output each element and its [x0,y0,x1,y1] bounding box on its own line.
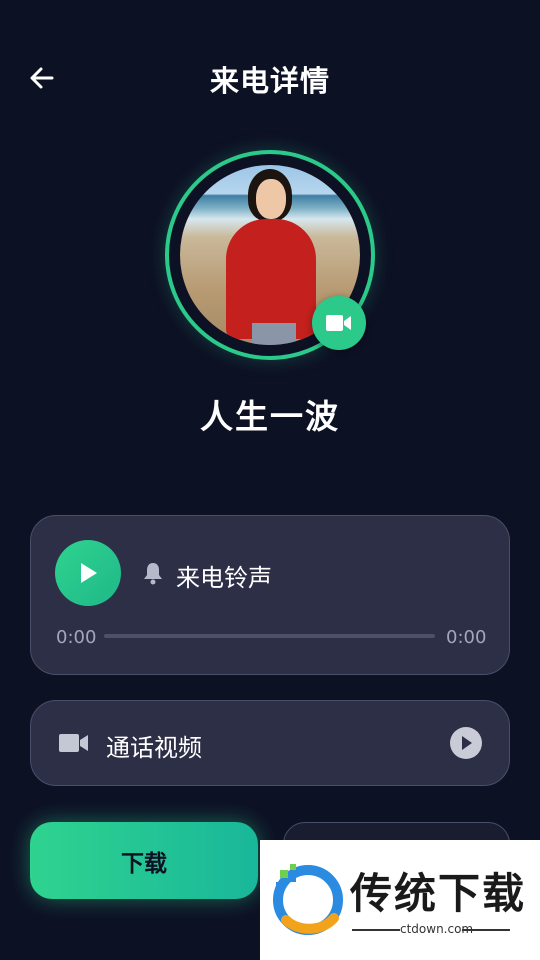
call-video-card[interactable] [30,700,510,786]
ringtone-play-button[interactable] [55,540,121,606]
current-time: 0:00 [56,627,97,648]
contact-name: 人生一波 [200,397,340,436]
video-play-button[interactable] [450,727,482,759]
play-icon [462,736,472,750]
watermark-divider-right [462,929,510,931]
watermark-logo [268,858,348,938]
progress-bar[interactable] [104,634,435,638]
video-camera-icon [58,728,90,758]
ringtone-label: 来电铃声 [176,564,272,592]
video-badge [312,296,366,350]
video-camera-icon [326,315,351,331]
watermark-divider-left [352,929,400,931]
play-icon [81,563,97,583]
page-title: 来电详情 [209,64,330,98]
watermark-url: ctdown.com [400,922,474,936]
watermark-title: 传统下载 [350,869,527,918]
call-video-label: 通话视频 [106,734,202,762]
total-time: 0:00 [446,627,487,648]
bell-icon [140,560,166,586]
download-button[interactable]: 下载 [30,822,258,899]
